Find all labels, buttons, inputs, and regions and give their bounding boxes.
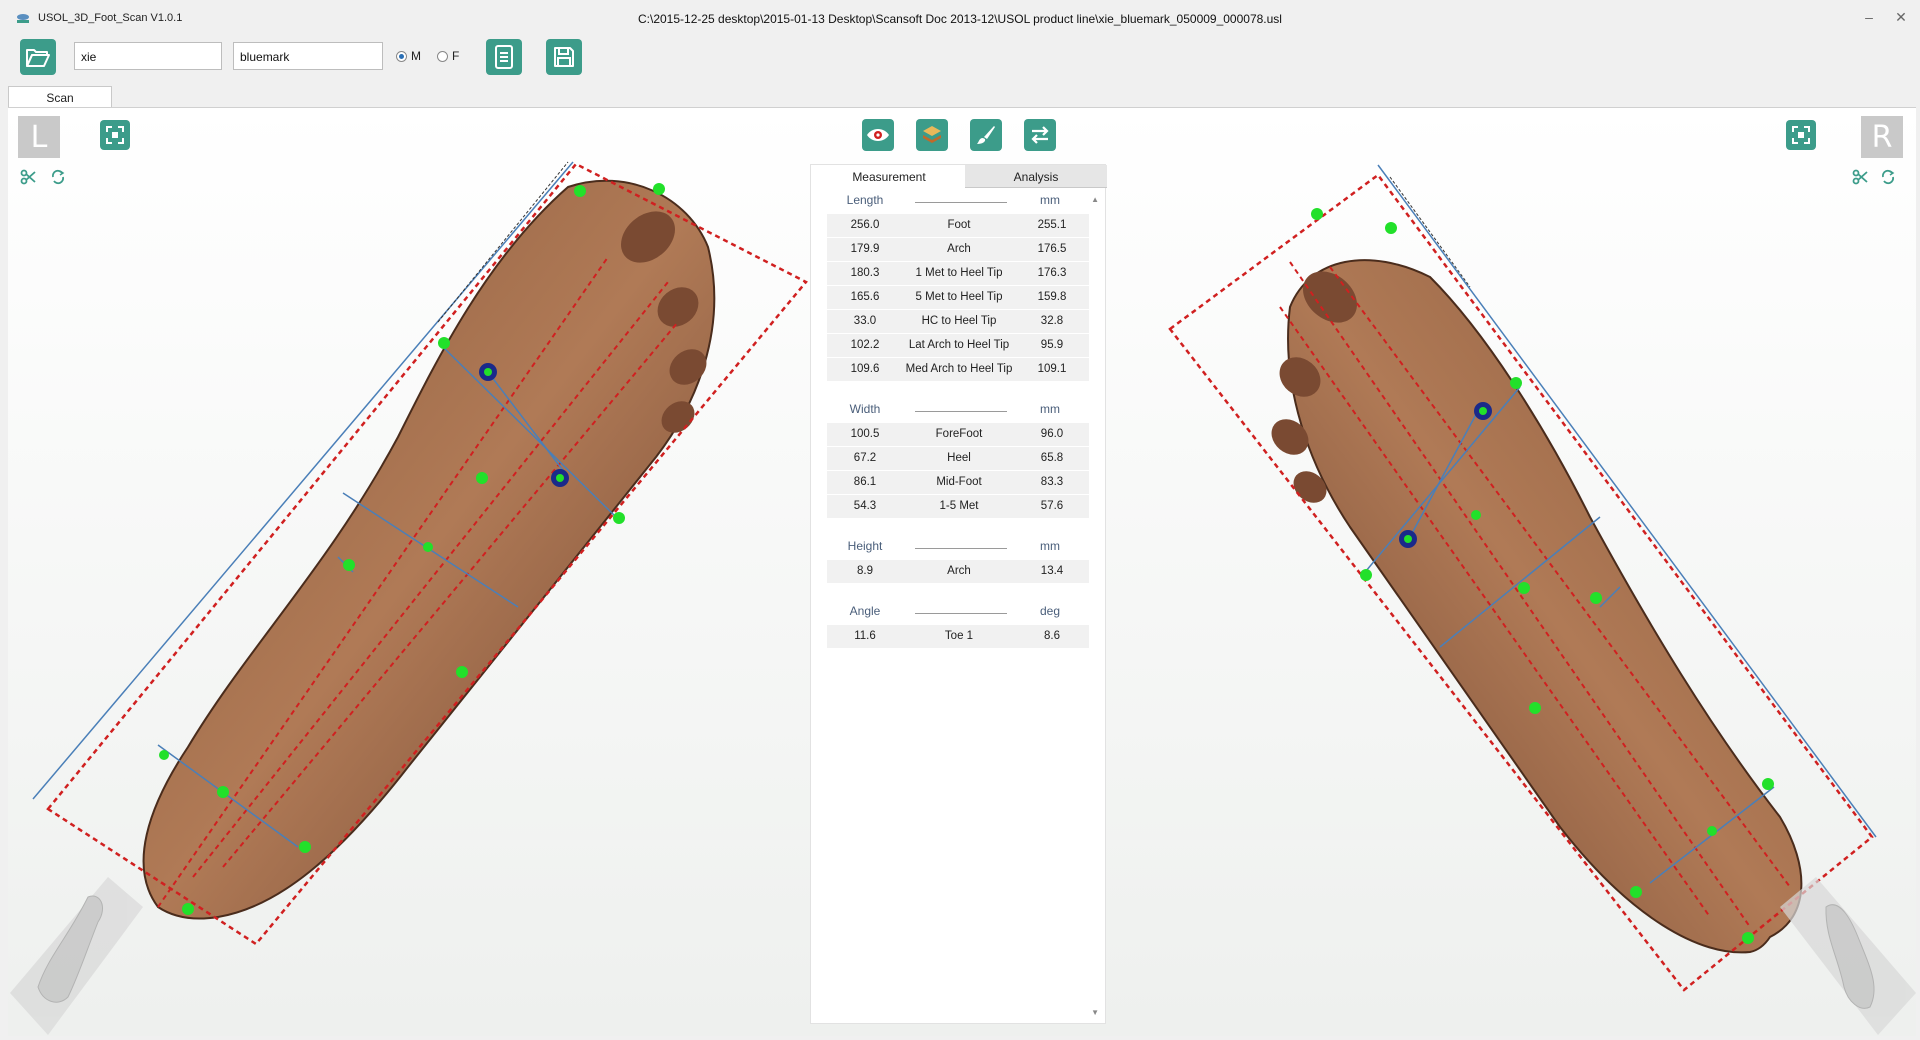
save-icon [554,47,574,67]
measurement-row: 86.1 Mid-Foot 83.3 [827,471,1089,494]
tab-measurement[interactable]: Measurement [813,165,965,188]
measurement-row: 54.3 1-5 Met 57.6 [827,495,1089,518]
measurement-row: 179.9 Arch 176.5 [827,238,1089,261]
section-header-width: Width mm [825,402,1085,422]
brush-icon [977,126,995,144]
gender-male-radio[interactable]: M [396,49,421,63]
left-foot-viewport[interactable]: L [8,107,808,1035]
measurement-row: 100.5 ForeFoot 96.0 [827,423,1089,446]
fullscreen-icon [106,126,124,144]
layers-button[interactable] [916,119,948,151]
measurement-row: 11.6 Toe 1 8.6 [827,625,1089,648]
section-header-height: Height mm [825,539,1085,559]
section-title: Angle [849,604,881,618]
title-bar: USOL_3D_Foot_Scan V1.0.1 C:\2015-12-25 d… [0,0,1920,38]
radio-selected-icon [396,50,407,62]
fullscreen-icon [1792,126,1810,144]
scissors-icon[interactable] [1852,169,1868,185]
right-foot-thumbnail[interactable] [1780,877,1916,1035]
left-foot-thumbnail[interactable] [10,877,143,1035]
gender-female-label: F [452,49,460,63]
measurement-row: 256.0 Foot 255.1 [827,214,1089,237]
report-button[interactable] [486,39,522,75]
swap-button[interactable] [1024,119,1056,151]
section-unit: deg [1039,604,1061,618]
scissors-icon[interactable] [20,169,36,185]
last-name-field[interactable]: bluemark [233,42,383,70]
section-unit: mm [1040,402,1060,416]
radio-unselected-icon [437,50,448,62]
minimize-button[interactable]: – [1858,6,1880,28]
section-header-angle: Angle deg [825,604,1085,624]
measurement-row: 8.9 Arch 13.4 [827,560,1089,583]
measurement-row: 67.2 Heel 65.8 [827,447,1089,470]
first-name-field[interactable]: xie [74,42,222,70]
measurement-row: 33.0 HC to Heel Tip 32.8 [827,310,1089,333]
left-view-label[interactable]: L [18,116,60,158]
right-foot-viewport[interactable]: R [1110,107,1916,1035]
scroll-up-icon[interactable]: ▲ [1091,195,1099,204]
section-title: Height [847,539,883,553]
measurement-row: 102.2 Lat Arch to Heel Tip 95.9 [827,334,1089,357]
measurement-panel: Measurement Analysis ▲ ▼ Length mm 256.0… [810,164,1107,1024]
right-fullscreen-button[interactable] [1786,120,1816,150]
measurement-row: 109.6 Med Arch to Heel Tip 109.1 [827,358,1089,381]
eye-icon [867,129,889,141]
gender-male-label: M [411,49,421,63]
document-icon [495,45,513,69]
tab-analysis[interactable]: Analysis [965,165,1107,188]
measurement-row: 165.6 5 Met to Heel Tip 159.8 [827,286,1089,309]
section-unit: mm [1040,193,1060,207]
right-view-label[interactable]: R [1861,116,1903,158]
close-button[interactable]: ✕ [1890,6,1912,28]
reset-icon[interactable] [50,169,66,185]
layers-icon [923,126,941,143]
view-toggle-button[interactable] [862,119,894,151]
file-path-title: C:\2015-12-25 desktop\2015-01-13 Desktop… [638,12,1282,26]
save-button[interactable] [546,39,582,75]
section-title: Width [849,402,881,416]
swap-arrows-icon [1031,126,1049,144]
scroll-down-icon[interactable]: ▼ [1091,1008,1099,1017]
left-fullscreen-button[interactable] [100,120,130,150]
measurement-row: 180.3 1 Met to Heel Tip 176.3 [827,262,1089,285]
folder-open-icon [26,49,50,67]
section-title: Length [846,193,884,207]
brush-button[interactable] [970,119,1002,151]
section-header-length: Length mm [825,193,1085,213]
reset-icon[interactable] [1880,169,1896,185]
section-unit: mm [1040,539,1060,553]
open-file-button[interactable] [20,39,56,75]
left-foot-scan-render [10,161,808,1035]
gender-female-radio[interactable]: F [437,49,459,63]
right-foot-scan-render [1168,164,1916,1035]
tab-scan[interactable]: Scan [8,86,112,108]
